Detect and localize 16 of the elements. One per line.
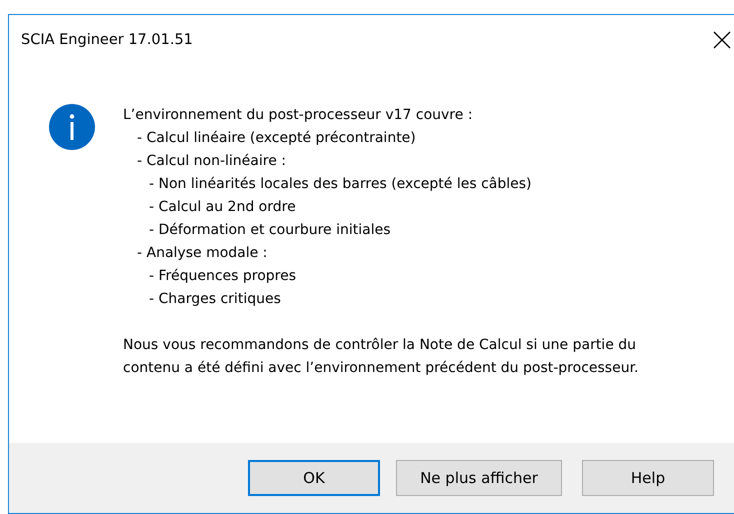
message-heading: L’environnement du post-processeur v17 couvre : bbox=[123, 106, 474, 125]
list-subitem: - Fréquences propres bbox=[148, 267, 298, 286]
window-title: SCIA Engineer 17.01.51 bbox=[21, 32, 193, 48]
dont-show-again-button[interactable]: Ne plus afficher bbox=[396, 460, 562, 496]
list-subitem: - Déformation et courbure initiales bbox=[148, 221, 392, 240]
help-button[interactable]: Help bbox=[582, 460, 714, 496]
list-subitem: - Calcul au 2nd ordre bbox=[148, 198, 297, 217]
list-subitem: - Non linéarités locales des barres (excepté les câbles) bbox=[148, 175, 532, 194]
list-item: - Analyse modale : bbox=[136, 244, 268, 263]
info-icon bbox=[49, 104, 95, 150]
list-item: - Calcul linéaire (excepté précontrainte) bbox=[136, 129, 417, 148]
message-text: Nous vous recommandons de contrôler la Note de Calcul si une partie du contenu a été défini avec l’environnement précédent du post-processeur. bbox=[123, 336, 640, 378]
close-icon[interactable] bbox=[712, 30, 732, 50]
list-subitem: - Charges critiques bbox=[148, 290, 282, 309]
list-item: - Calcul non-linéaire : bbox=[136, 152, 287, 171]
ok-button[interactable]: OK bbox=[248, 460, 380, 496]
